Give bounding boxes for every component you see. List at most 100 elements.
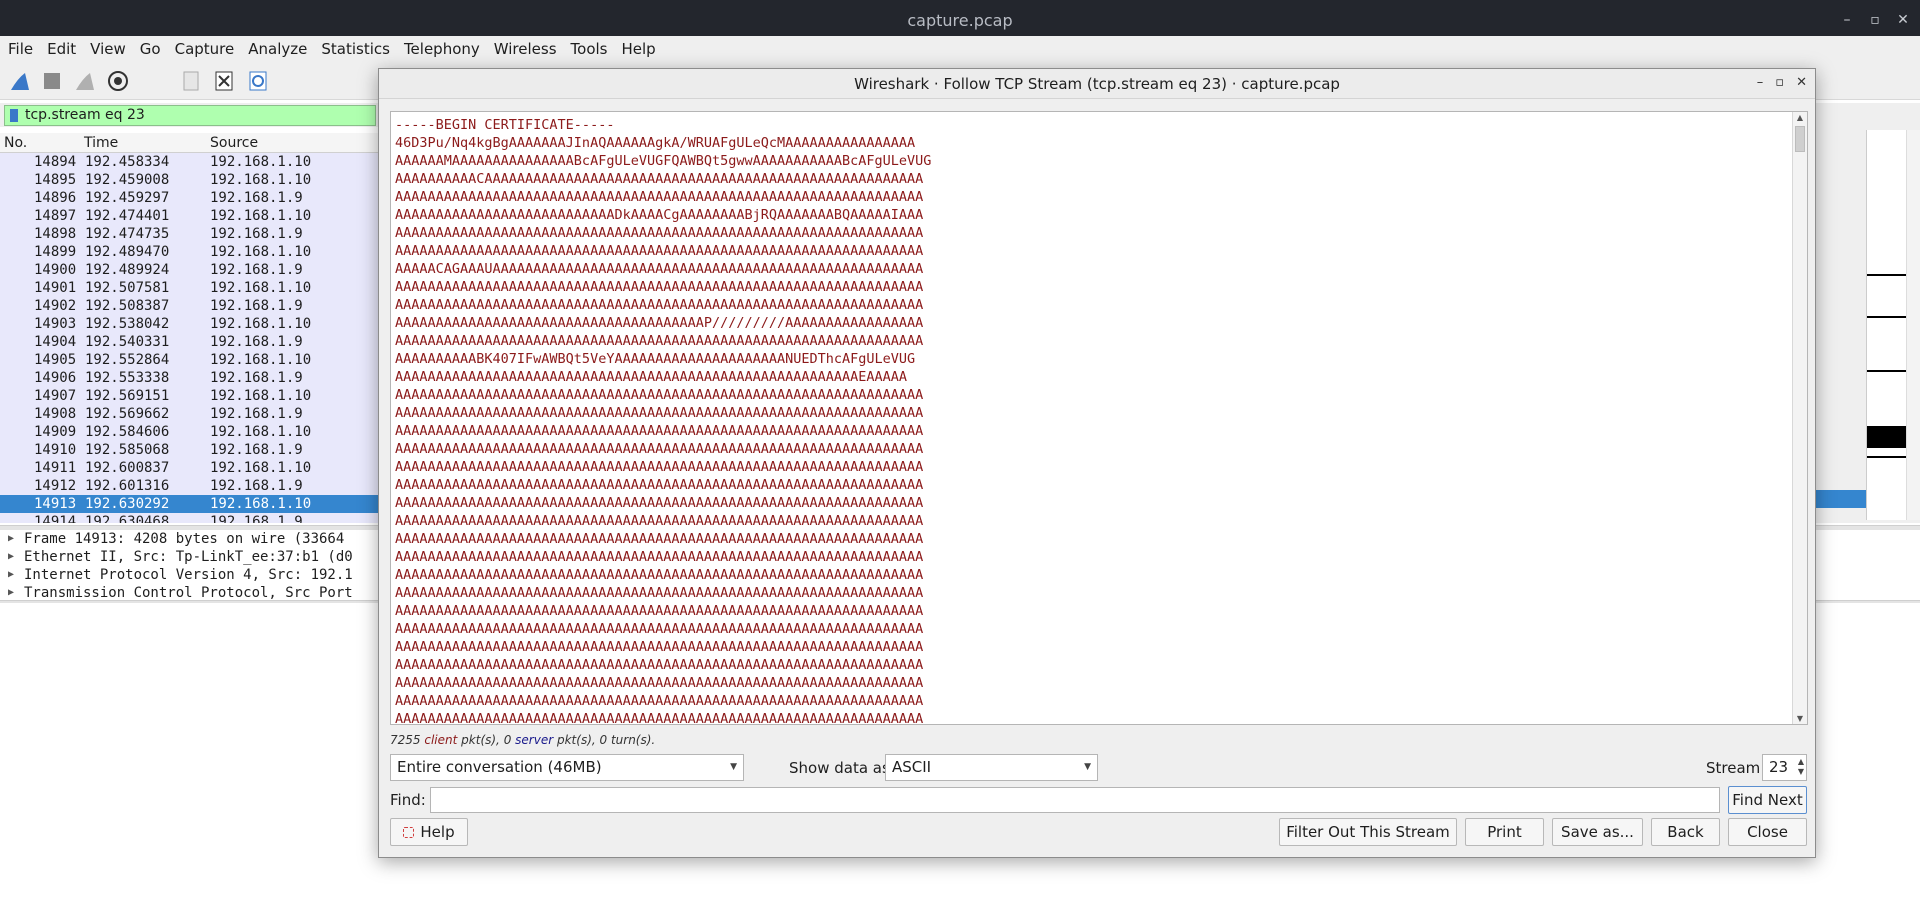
packet-row[interactable]: 14895 192.459008 192.168.1.10	[0, 171, 380, 189]
scroll-thumb[interactable]	[1795, 126, 1805, 152]
packet-row[interactable]: 14907 192.569151 192.168.1.10	[0, 387, 380, 405]
expand-arrow-icon[interactable]: ▶	[8, 548, 14, 566]
packet-details: ▶ Frame 14913: 4208 bytes on wire (33664 …	[0, 530, 380, 601]
packet-row[interactable]: 14901 192.507581 192.168.1.10	[0, 279, 380, 297]
stream-text: -----BEGIN CERTIFICATE----- 46D3Pu/Nq4kgB…	[395, 116, 931, 725]
filter-out-stream-button[interactable]: Filter Out This Stream	[1279, 818, 1457, 846]
open-file-icon[interactable]	[180, 70, 202, 92]
restart-capture-icon[interactable]	[74, 70, 96, 92]
dialog-minimize-icon[interactable]: –	[1757, 75, 1764, 90]
packet-row[interactable]: 14904 192.540331 192.168.1.9	[0, 333, 380, 351]
stream-line: AAAAAAAAAAAAAAAAAAAAAAAAAAAAAAAAAAAAAAAA…	[395, 243, 924, 259]
chevron-down-icon: ▼	[1084, 762, 1091, 772]
menu-telephony[interactable]: Telephony	[404, 40, 480, 58]
chevron-down-icon: ▼	[730, 762, 737, 772]
packet-minimap[interactable]	[1866, 130, 1907, 520]
menu-view[interactable]: View	[90, 40, 126, 58]
stream-line: AAAAACAGAAAUAAAAAAAAAAAAAAAAAAAAAAAAAAAA…	[395, 261, 924, 277]
stream-line: AAAAAAAAAAAAAAAAAAAAAAAAAAAAAAAAAAAAAAAA…	[395, 675, 924, 691]
menu-capture[interactable]: Capture	[175, 40, 235, 58]
back-button[interactable]: Back	[1651, 818, 1720, 846]
find-next-button[interactable]: Find Next	[1728, 786, 1807, 814]
dialog-close-icon[interactable]: ✕	[1796, 75, 1807, 90]
menu-tools[interactable]: Tools	[571, 40, 608, 58]
maximize-icon[interactable]: ▫	[1868, 12, 1882, 28]
detail-row-frame[interactable]: ▶ Frame 14913: 4208 bytes on wire (33664	[0, 530, 380, 548]
packet-row[interactable]: 14911 192.600837 192.168.1.10	[0, 459, 380, 477]
menu-edit[interactable]: Edit	[47, 40, 76, 58]
stream-label: Stream	[1706, 759, 1761, 777]
packet-row[interactable]: 14903 192.538042 192.168.1.10	[0, 315, 380, 333]
stream-line: AAAAAAAAAAAAAAAAAAAAAAAAAAAAAAAAAAAAAAAA…	[395, 459, 924, 475]
packet-row[interactable]: 14910 192.585068 192.168.1.9	[0, 441, 380, 459]
stream-line: AAAAAAAAAAAAAAAAAAAAAAAAAAAAAAAAAAAAAAAA…	[395, 369, 908, 385]
bookmark-icon[interactable]	[10, 109, 18, 122]
column-source[interactable]: Source	[210, 135, 258, 151]
packet-row[interactable]: 14897 192.474401 192.168.1.10	[0, 207, 380, 225]
stream-line: AAAAAAAAAAAAAAAAAAAAAAAAAAAAAAAAAAAAAAAA…	[395, 567, 924, 583]
stream-line: AAAAAAAAAAAAAAAAAAAAAAAAAAAAAAAAAAAAAAAA…	[395, 513, 924, 529]
packet-row[interactable]: 14900 192.489924 192.168.1.9	[0, 261, 380, 279]
menu-file[interactable]: File	[8, 40, 33, 58]
packet-row[interactable]: 14905 192.552864 192.168.1.10	[0, 351, 380, 369]
stream-content[interactable]: -----BEGIN CERTIFICATE----- 46D3Pu/Nq4kgB…	[390, 111, 1808, 725]
stream-line: AAAAAAAAAAAAAAAAAAAAAAAAAAAAAAAAAAAAAAAA…	[395, 621, 924, 637]
scroll-down-icon[interactable]: ▼	[1793, 714, 1807, 723]
close-file-icon[interactable]	[213, 70, 235, 92]
packet-row[interactable]: 14899 192.489470 192.168.1.10	[0, 243, 380, 261]
menu-go[interactable]: Go	[140, 40, 161, 58]
packet-row[interactable]: 14896 192.459297 192.168.1.9	[0, 189, 380, 207]
shark-fin-start-icon[interactable]	[9, 70, 31, 92]
print-button[interactable]: Print	[1465, 818, 1544, 846]
dialog-maximize-icon[interactable]: ▫	[1775, 75, 1784, 90]
expand-arrow-icon[interactable]: ▶	[8, 530, 14, 548]
detail-row-ip[interactable]: ▶ Internet Protocol Version 4, Src: 192.1	[0, 566, 380, 584]
packet-row[interactable]: 14909 192.584606 192.168.1.10	[0, 423, 380, 441]
follow-tcp-stream-dialog: Wireshark · Follow TCP Stream (tcp.strea…	[378, 68, 1816, 858]
help-button[interactable]: Help	[390, 818, 468, 846]
stream-line: 46D3Pu/Nq4kgBgAAAAAAAJInAQAAAAAAgkA/WRUA…	[395, 135, 916, 151]
minimize-icon[interactable]: –	[1840, 12, 1854, 28]
display-filter-value: tcp.stream eq 23	[25, 107, 145, 123]
packet-list-scrollbar[interactable]	[1906, 130, 1920, 520]
window-title: capture.pcap	[907, 11, 1013, 30]
scroll-up-icon[interactable]: ▲	[1793, 113, 1807, 122]
reload-icon[interactable]	[247, 70, 269, 92]
packet-row-selected[interactable]: 14913 192.630292 192.168.1.10	[0, 495, 380, 513]
find-input[interactable]	[430, 787, 1720, 813]
dialog-title: Wireshark · Follow TCP Stream (tcp.strea…	[854, 75, 1340, 93]
packet-row[interactable]: 14894 192.458334 192.168.1.10	[0, 153, 380, 171]
stream-line: AAAAAAAAAAAAAAAAAAAAAAAAAAAAAAAAAAAAAAAA…	[395, 603, 924, 619]
packet-row[interactable]: 14908 192.569662 192.168.1.9	[0, 405, 380, 423]
detail-row-ethernet[interactable]: ▶ Ethernet II, Src: Tp-LinkT_ee:37:b1 (d0	[0, 548, 380, 566]
menu-wireless[interactable]: Wireless	[494, 40, 557, 58]
capture-options-icon[interactable]	[107, 70, 129, 92]
show-data-select[interactable]: ASCII ▼	[885, 754, 1098, 781]
conversation-select[interactable]: Entire conversation (46MB) ▼	[390, 754, 744, 781]
stream-number-spinner[interactable]: 23 ▲ ▼	[1762, 754, 1807, 781]
column-no[interactable]: No.	[4, 135, 27, 151]
stop-capture-icon[interactable]	[41, 70, 63, 92]
menu-analyze[interactable]: Analyze	[248, 40, 307, 58]
stream-line: AAAAAAAAAAAAAAAAAAAAAAAAAAAAAAAAAAAAAAAA…	[395, 639, 924, 655]
menu-help[interactable]: Help	[621, 40, 655, 58]
menu-statistics[interactable]: Statistics	[321, 40, 390, 58]
packet-list-header: No. Time Source	[0, 133, 380, 153]
column-time[interactable]: Time	[84, 135, 118, 151]
packet-row[interactable]: 14912 192.601316 192.168.1.9	[0, 477, 380, 495]
help-icon	[403, 827, 415, 838]
stream-line: AAAAAAAAAAAAAAAAAAAAAAAAAAAAAAAAAAAAAAAA…	[395, 477, 924, 493]
stream-scrollbar[interactable]: ▲ ▼	[1792, 112, 1807, 724]
display-filter-input[interactable]: tcp.stream eq 23	[4, 105, 376, 126]
stream-line: AAAAAAAAAAAAAAAAAAAAAAAAAAAAAAAAAAAAAAAA…	[395, 549, 924, 565]
packet-row[interactable]: 14902 192.508387 192.168.1.9	[0, 297, 380, 315]
packet-row[interactable]: 14898 192.474735 192.168.1.9	[0, 225, 380, 243]
save-as-button[interactable]: Save as...	[1552, 818, 1643, 846]
stream-line: AAAAAAAAAAAAAAAAAAAAAAAAAAAAAAAAAAAAAAAA…	[395, 405, 924, 421]
close-button[interactable]: Close	[1728, 818, 1807, 846]
expand-arrow-icon[interactable]: ▶	[8, 566, 14, 584]
packet-row[interactable]: 14914 192.630468 192.168.1.9	[0, 513, 380, 523]
stream-line: AAAAAAAAAAAAAAAAAAAAAAAAAAAAAAAAAAAAAAAA…	[395, 711, 924, 725]
packet-row[interactable]: 14906 192.553338 192.168.1.9	[0, 369, 380, 387]
close-icon[interactable]: ✕	[1896, 12, 1910, 28]
